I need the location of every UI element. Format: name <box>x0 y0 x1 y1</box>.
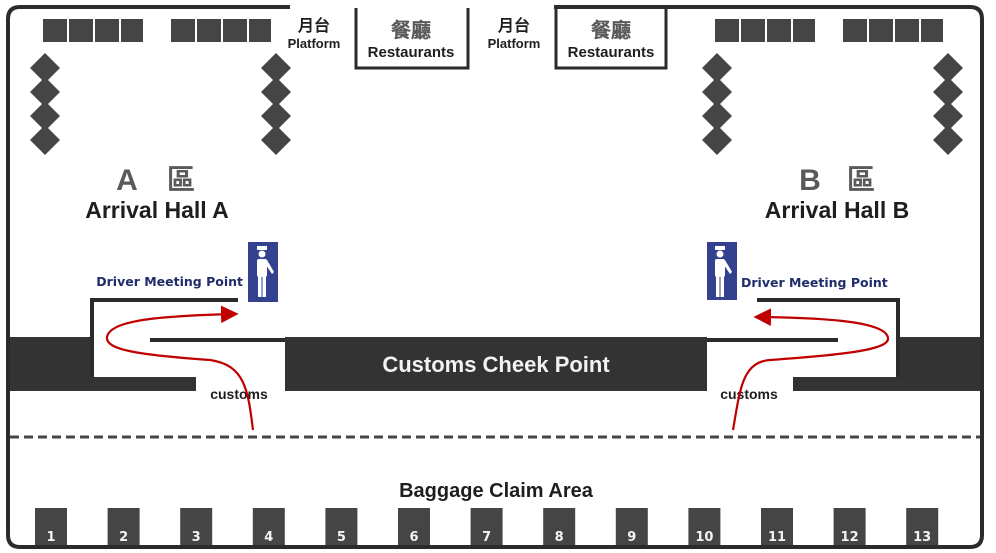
carousel-number: 7 <box>482 530 491 545</box>
restaurant-label-zh: 餐廳 <box>591 18 631 42</box>
carousel-number: 10 <box>695 530 713 545</box>
seat-block <box>41 17 69 44</box>
platform-label-zh: 月台 <box>297 16 330 35</box>
hall-a-zh: 區 <box>167 164 195 195</box>
floor-plan: 月台 Platform 月台 Platform 餐廳 Restaurants 餐… <box>6 3 984 549</box>
column-diamond <box>30 125 60 155</box>
carousel-number: 11 <box>768 530 786 545</box>
customs-band-left <box>10 337 94 391</box>
diamond-columns <box>30 53 963 155</box>
diamond-column <box>933 53 963 155</box>
seat-block <box>739 17 767 44</box>
carousel-number: 6 <box>409 530 418 545</box>
diamond-column <box>30 53 60 155</box>
restaurant-label-en: Restaurants <box>368 44 455 61</box>
platform-opening-2 <box>492 3 554 13</box>
diamond-column <box>261 53 291 155</box>
seat-block <box>169 17 197 44</box>
driver-sign-b <box>707 242 737 300</box>
platform-label-en: Platform <box>288 36 341 51</box>
customs-band-label: Customs Cheek Point <box>382 352 610 377</box>
seat-block <box>67 17 95 44</box>
seat-block <box>713 17 741 44</box>
seat-block <box>919 17 945 44</box>
restaurant-area: 餐廳 Restaurants <box>354 8 470 70</box>
seat-block <box>867 17 895 44</box>
route-arrow-b <box>731 308 890 431</box>
carousel-number: 13 <box>913 530 931 545</box>
platform-label-en: Platform <box>488 36 541 51</box>
hall-b-label: Arrival Hall B <box>765 197 909 223</box>
carousel-number: 2 <box>119 530 128 545</box>
seat-block <box>765 17 793 44</box>
seat-block <box>221 17 249 44</box>
platform-label-zh: 月台 <box>497 16 530 35</box>
seat-block <box>93 17 121 44</box>
customs-band-right <box>898 337 980 391</box>
hall-a-label: Arrival Hall A <box>85 197 229 223</box>
platform-opening-1 <box>290 3 354 13</box>
seat-block <box>791 17 817 44</box>
driver-meeting-label: Driver Meeting Point <box>96 274 243 289</box>
customs-band-right-lower <box>793 377 898 391</box>
carousel-number: 8 <box>555 530 564 545</box>
seat-block <box>195 17 223 44</box>
route-arrow-a <box>105 305 255 431</box>
restaurant-area: 餐廳 Restaurants <box>554 8 668 70</box>
hall-a-letter: A <box>116 164 138 197</box>
carousel-number: 1 <box>46 530 55 545</box>
carousel-number: 5 <box>337 530 346 545</box>
carousels: 1 2 3 4 5 6 7 8 9 10 11 12 13 <box>35 508 939 545</box>
restaurant-label-zh: 餐廳 <box>391 18 431 42</box>
driver-sign-a <box>248 242 278 302</box>
seat-block <box>247 17 273 44</box>
customs-band-left-lower <box>94 377 196 391</box>
carousel-number: 3 <box>192 530 201 545</box>
hall-b-letter: B <box>799 164 821 197</box>
diamond-column <box>702 53 732 155</box>
carousel-number: 4 <box>264 530 273 545</box>
customs-label: customs <box>210 386 268 402</box>
column-diamond <box>261 125 291 155</box>
seat-block <box>119 17 145 44</box>
seat-block <box>893 17 921 44</box>
carousel-number: 9 <box>627 530 636 545</box>
carousel-number: 12 <box>841 530 859 545</box>
seat-block <box>841 17 869 44</box>
hall-b-zh: 區 <box>847 164 875 195</box>
column-diamond <box>933 125 963 155</box>
restaurant-label-en: Restaurants <box>568 44 655 61</box>
baggage-claim-label: Baggage Claim Area <box>399 480 594 502</box>
customs-label: customs <box>720 386 778 402</box>
column-diamond <box>702 125 732 155</box>
driver-meeting-label: Driver Meeting Point <box>741 275 888 290</box>
